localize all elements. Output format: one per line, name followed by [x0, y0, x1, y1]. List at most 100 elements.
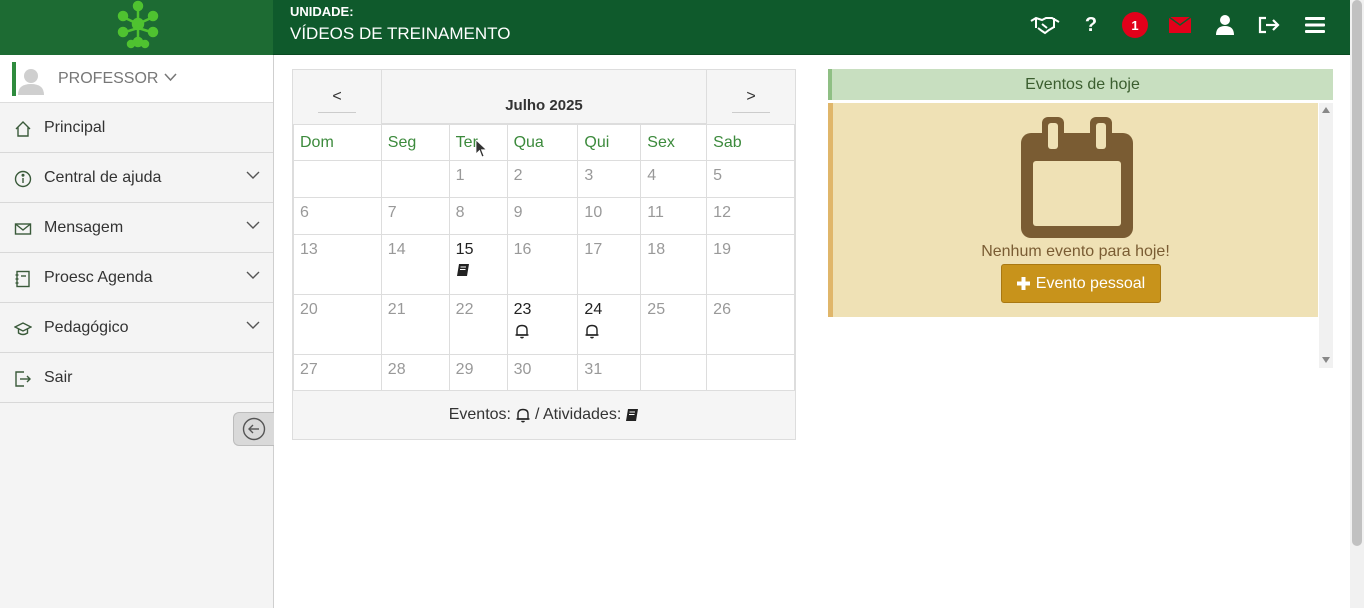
- day-cell-empty: [293, 160, 382, 198]
- day-cell[interactable]: 20: [293, 294, 382, 355]
- week-row: 1 2 3 4 5: [293, 160, 795, 198]
- logout-icon[interactable]: [1254, 10, 1284, 40]
- handshake-icon[interactable]: [1030, 10, 1060, 40]
- day-cell[interactable]: 22: [448, 294, 508, 355]
- sidebar-item-label: Principal: [44, 119, 106, 136]
- day-cell[interactable]: 18: [640, 234, 708, 295]
- profile-name: PROFESSOR: [58, 70, 159, 87]
- sidebar-item-pedagogico[interactable]: Pedagógico: [0, 303, 273, 353]
- events-scrollbar[interactable]: [1319, 103, 1333, 368]
- next-month-button[interactable]: >: [707, 70, 795, 124]
- chevron-down-icon: [246, 171, 260, 179]
- day-cell[interactable]: 10: [577, 197, 642, 235]
- day-number: 24: [584, 301, 603, 318]
- day-cell[interactable]: 3: [577, 160, 642, 198]
- day-cell[interactable]: 4: [640, 160, 708, 198]
- add-personal-event-button[interactable]: Evento pessoal: [1001, 264, 1161, 303]
- day-cell[interactable]: 14: [380, 234, 450, 295]
- day-cell[interactable]: 11: [640, 197, 708, 235]
- weekday-row: Dom Seg Ter Qua Qui Sex Sab: [293, 124, 795, 161]
- day-cell[interactable]: 31: [577, 354, 642, 391]
- scroll-up-arrow-icon[interactable]: [1322, 107, 1330, 113]
- no-events-message: Nenhum evento para hoje!: [981, 243, 1170, 260]
- button-label: Evento pessoal: [1035, 274, 1146, 292]
- day-cell-empty: [640, 354, 708, 391]
- day-cell[interactable]: 25: [640, 294, 708, 355]
- user-icon[interactable]: [1210, 10, 1240, 40]
- day-cell[interactable]: 8: [448, 197, 508, 235]
- day-cell[interactable]: 6: [293, 197, 382, 235]
- unit-label: UNIDADE:: [290, 4, 354, 19]
- day-cell[interactable]: 29: [448, 354, 508, 391]
- hamburger-menu-icon[interactable]: [1300, 10, 1330, 40]
- unit-name[interactable]: VÍDEOS DE TREINAMENTO: [290, 24, 510, 44]
- day-cell[interactable]: 26: [706, 294, 795, 355]
- legend-events-label: Eventos:: [448, 406, 511, 423]
- day-cell[interactable]: 12: [706, 197, 795, 235]
- sidebar-item-label: Mensagem: [44, 219, 124, 236]
- sidebar-item-mensagem[interactable]: Mensagem: [0, 203, 273, 253]
- weekday-label: Dom: [293, 124, 382, 161]
- notification-count: 1: [1122, 12, 1148, 38]
- mail-icon[interactable]: [1165, 10, 1195, 40]
- day-cell[interactable]: 28: [380, 354, 450, 391]
- sidebar-item-label: Pedagógico: [44, 319, 129, 336]
- top-header: UNIDADE: VÍDEOS DE TREINAMENTO ? 1: [0, 0, 1350, 55]
- graduation-cap-icon: [14, 322, 32, 336]
- book-icon: [456, 264, 469, 276]
- sidebar-item-label: Sair: [44, 369, 73, 386]
- weekday-label: Qua: [506, 124, 579, 161]
- sidebar-item-label: Central de ajuda: [44, 169, 162, 186]
- chevron-down-icon: [164, 73, 177, 82]
- arrow-left-circle-icon: [242, 417, 266, 441]
- help-icon[interactable]: ?: [1076, 10, 1106, 40]
- logo-area[interactable]: [0, 0, 273, 55]
- envelope-icon: [14, 223, 32, 235]
- day-number: 23: [513, 301, 532, 318]
- sidebar-item-principal[interactable]: Principal: [0, 103, 273, 153]
- info-icon: [14, 170, 32, 188]
- mouse-cursor-icon: [476, 140, 488, 158]
- logo-icon: [117, 0, 159, 49]
- day-cell[interactable]: 9: [506, 197, 579, 235]
- weekday-label: Qui: [577, 124, 642, 161]
- events-today-title: Eventos de hoje: [828, 69, 1333, 100]
- day-cell[interactable]: 2: [506, 160, 579, 198]
- week-row: 13 14 15 16 17 18 19: [293, 234, 795, 295]
- scroll-down-arrow-icon[interactable]: [1322, 357, 1330, 363]
- bell-icon: [516, 408, 530, 423]
- day-cell[interactable]: 5: [706, 160, 795, 198]
- prev-month-button[interactable]: <: [293, 70, 381, 124]
- notification-badge[interactable]: 1: [1120, 10, 1150, 40]
- sidebar-item-label: Proesc Agenda: [44, 269, 153, 286]
- calendar-header: < Julho 2025 >: [293, 70, 795, 124]
- sidebar: PROFESSOR Principal Central de ajuda Men…: [0, 55, 274, 608]
- sidebar-item-sair[interactable]: Sair: [0, 353, 273, 403]
- profile-selector[interactable]: PROFESSOR: [0, 55, 273, 103]
- day-cell[interactable]: 21: [380, 294, 450, 355]
- sidebar-item-central-de-ajuda[interactable]: Central de ajuda: [0, 153, 273, 203]
- day-cell-with-activity[interactable]: 15: [448, 234, 508, 295]
- agenda-icon: [15, 270, 30, 288]
- book-icon: [626, 409, 639, 421]
- week-row: 20 21 22 23 24 25 26: [293, 294, 795, 355]
- avatar-icon: [18, 69, 44, 95]
- day-cell[interactable]: 16: [506, 234, 579, 295]
- calendar-icon: [1021, 117, 1133, 238]
- day-cell[interactable]: 17: [577, 234, 642, 295]
- collapse-sidebar-button[interactable]: [233, 412, 274, 446]
- day-cell[interactable]: 1: [448, 160, 508, 198]
- week-row: 6 7 8 9 10 11 12: [293, 197, 795, 235]
- page-scrollbar-thumb[interactable]: [1352, 0, 1362, 546]
- day-cell[interactable]: 13: [293, 234, 382, 295]
- day-cell[interactable]: 30: [506, 354, 579, 391]
- day-cell-with-event[interactable]: 24: [577, 294, 642, 355]
- day-cell[interactable]: 7: [380, 197, 450, 235]
- day-cell[interactable]: 27: [293, 354, 382, 391]
- weekday-label: Sex: [640, 124, 708, 161]
- day-cell-with-event[interactable]: 23: [506, 294, 579, 355]
- sidebar-item-proesc-agenda[interactable]: Proesc Agenda: [0, 253, 273, 303]
- day-cell-empty: [706, 354, 795, 391]
- bell-icon: [515, 324, 529, 339]
- day-cell[interactable]: 19: [706, 234, 795, 295]
